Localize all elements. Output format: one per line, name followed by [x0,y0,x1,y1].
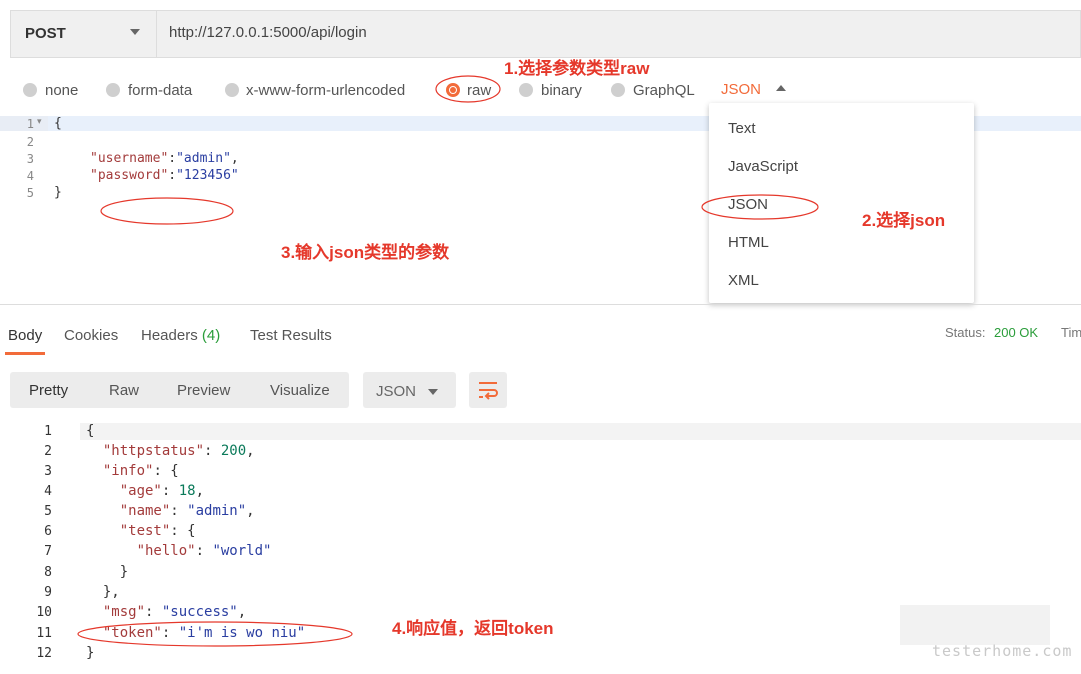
annotation-ellipses [77,75,819,647]
annotation-1: 1.选择参数类型raw [504,59,650,78]
annotation-4: 4.响应值，返回token [392,619,554,638]
annotation-3: 3.输入json类型的参数 [281,243,450,262]
annotation-2: 2.选择json [862,211,946,230]
